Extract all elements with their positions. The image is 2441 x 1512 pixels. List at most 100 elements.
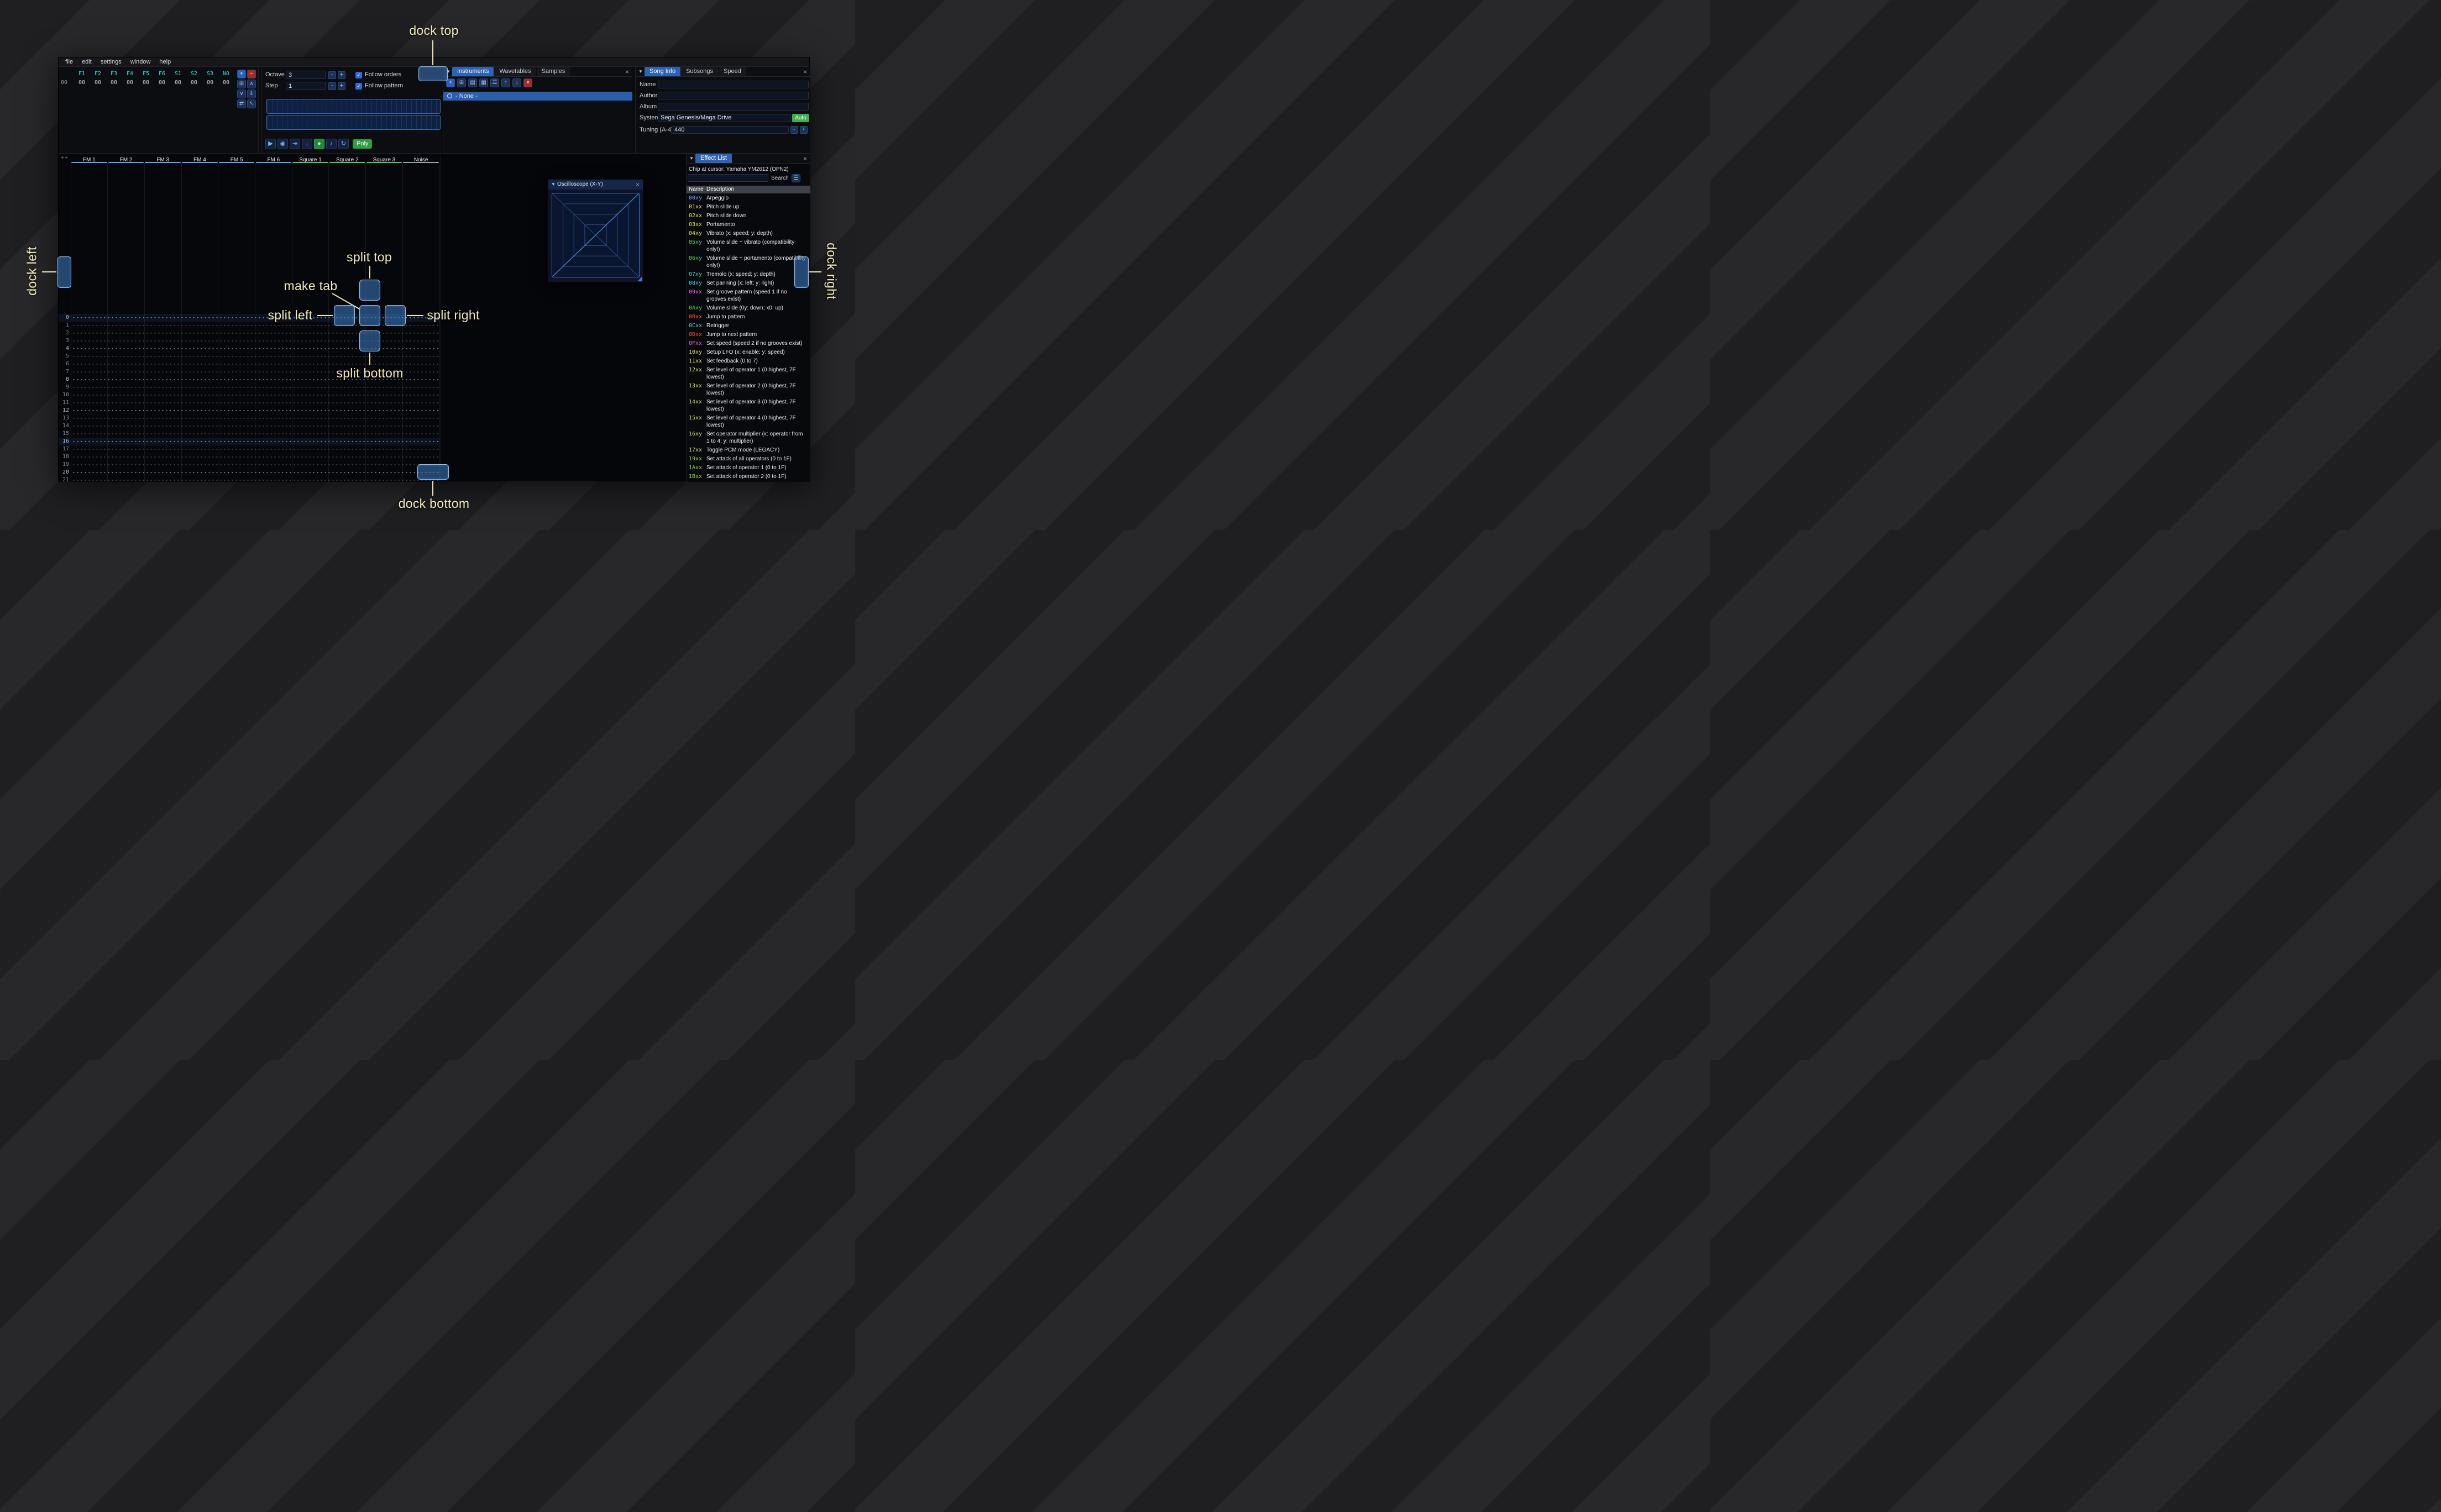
effect-row-04xy[interactable]: 04xy Vibrato (x: speed; y: depth) <box>687 229 810 238</box>
orders-duplicate-button[interactable]: ⊞ <box>237 80 246 88</box>
follow-pattern-checkbox[interactable]: ✓ <box>355 83 362 90</box>
song-author-input[interactable] <box>658 92 809 99</box>
effect-row-03xx[interactable]: 03xx Portamento <box>687 220 810 229</box>
tuning-input[interactable] <box>672 126 789 134</box>
orders-column-f3[interactable]: F3 <box>107 71 121 77</box>
menu-item-window[interactable]: window <box>126 57 155 67</box>
follow-orders-checkbox[interactable]: ✓ <box>355 72 362 78</box>
poly-button[interactable]: Poly <box>353 139 373 149</box>
instrument-move-up-button[interactable]: ↑ <box>501 78 510 87</box>
orders-move-down-button[interactable]: ∨ <box>237 90 246 98</box>
orders-cell[interactable]: 00 <box>91 80 105 86</box>
channel-header-fm-3[interactable]: FM 3 <box>144 154 181 163</box>
orders-cell[interactable]: 00 <box>203 80 217 86</box>
pattern-row-1[interactable]: 1 <box>59 322 439 329</box>
orders-change-mode-button[interactable]: ⇄ <box>237 99 246 108</box>
effect-row-13xx[interactable]: 13xx Set level of operator 2 (0 highest, … <box>687 381 810 397</box>
effect-row-1bxx[interactable]: 1Bxx Set attack of operator 2 (0 to 1F) <box>687 472 810 481</box>
split-target-top[interactable] <box>359 280 380 301</box>
menu-item-help[interactable]: help <box>155 57 175 67</box>
orders-cell[interactable]: 00 <box>139 80 153 86</box>
orders-cell[interactable]: 00 <box>123 80 137 86</box>
instrument-save-button[interactable]: ▦ <box>479 78 488 87</box>
orders-remove-button[interactable]: − <box>247 70 256 78</box>
orders-edit-cursor-button[interactable]: ↖ <box>247 99 256 108</box>
orders-cell[interactable]: 00 <box>171 80 185 86</box>
effect-row-12xx[interactable]: 12xx Set level of operator 1 (0 highest, … <box>687 365 810 381</box>
instrument-move-down-button[interactable]: ↓ <box>512 78 521 87</box>
oscilloscope-titlebar[interactable]: ▼ Oscilloscope (X-Y) × <box>548 180 643 190</box>
channel-header-square-2[interactable]: Square 2 <box>329 154 366 163</box>
dock-target-right[interactable] <box>794 256 809 288</box>
orders-add-button[interactable]: + <box>237 70 246 78</box>
effect-row-00xy[interactable]: 00xy Arpeggio <box>687 193 810 202</box>
step-decrease-button[interactable]: - <box>328 82 336 90</box>
tuning-decrease-button[interactable]: - <box>790 126 798 134</box>
close-icon[interactable]: × <box>625 68 629 76</box>
song-info-tab-subsongs[interactable]: Subsongs <box>681 67 719 76</box>
piano-upper-row[interactable] <box>266 99 441 114</box>
instrument-open-button[interactable]: ▤ <box>468 78 477 87</box>
channel-header-square-3[interactable]: Square 3 <box>366 154 403 163</box>
menu-item-file[interactable]: file <box>61 57 77 67</box>
dock-target-top[interactable] <box>418 66 448 81</box>
pattern-row-9[interactable]: 9 <box>59 384 439 391</box>
channel-header-square-1[interactable]: Square 1 <box>292 154 329 163</box>
pattern-row-16[interactable]: 16 <box>59 438 439 445</box>
orders-cell[interactable]: 00 <box>155 80 169 86</box>
play-pattern-button[interactable]: ◉ <box>277 139 288 149</box>
system-value[interactable]: Sega Genesis/Mega Drive <box>658 114 790 122</box>
resize-grip[interactable] <box>637 276 642 281</box>
dock-target-bottom[interactable] <box>417 464 449 480</box>
close-icon[interactable]: × <box>636 181 640 188</box>
split-target-left[interactable] <box>334 305 355 326</box>
effect-row-10xy[interactable]: 10xy Setup LFO (x: enable; y: speed) <box>687 348 810 356</box>
pattern-row-21[interactable]: 21 <box>59 476 439 482</box>
effect-row-08xy[interactable]: 08xy Set panning (x: left; y: right) <box>687 279 810 287</box>
pattern-row-19[interactable]: 19 <box>59 461 439 469</box>
effect-row-17xx[interactable]: 17xx Toggle PCM mode (LEGACY) <box>687 445 810 454</box>
channel-header-fm-4[interactable]: FM 4 <box>181 154 218 163</box>
step-row-button[interactable]: ⇥ <box>290 139 300 149</box>
edit-record-button[interactable]: ● <box>314 139 324 149</box>
effect-search-input[interactable] <box>688 174 768 182</box>
tab-list-dropdown-icon[interactable]: ▼ <box>638 70 643 74</box>
collapse-arrow-icon[interactable]: ▼ <box>551 182 556 187</box>
orders-column-s1[interactable]: S1 <box>171 71 185 77</box>
song-name-input[interactable] <box>658 81 809 88</box>
close-icon[interactable]: × <box>803 155 807 162</box>
effect-row-14xx[interactable]: 14xx Set level of operator 3 (0 highest, … <box>687 397 810 413</box>
split-target-bottom[interactable] <box>359 330 380 351</box>
effect-list-menu-button[interactable]: ☰ <box>792 174 800 182</box>
system-auto-button[interactable]: Auto <box>792 114 809 122</box>
pattern-row-4[interactable]: 4 <box>59 345 439 353</box>
octave-input[interactable] <box>286 71 326 79</box>
effect-row-0fxx[interactable]: 0Fxx Set speed (speed 2 if no grooves exi… <box>687 339 810 348</box>
pattern-row-14[interactable]: 14 <box>59 422 439 430</box>
pattern-row-12[interactable]: 12 <box>59 407 439 414</box>
channel-header-noise[interactable]: Noise <box>402 154 439 163</box>
orders-column-f4[interactable]: F4 <box>123 71 137 77</box>
pattern-row-5[interactable]: 5 <box>59 353 439 360</box>
effect-row-0axy[interactable]: 0Axy Volume slide (0y: down; x0: up) <box>687 303 810 312</box>
orders-column-n0[interactable]: N0 <box>219 71 233 77</box>
effect-row-09xx[interactable]: 09xx Set groove pattern (speed 1 if no gr… <box>687 287 810 303</box>
effect-row-05xy[interactable]: 05xy Volume slide + vibrato (compatibilit… <box>687 238 810 254</box>
orders-column-f2[interactable]: F2 <box>91 71 105 77</box>
dock-target-left[interactable] <box>57 256 71 288</box>
orders-column-s2[interactable]: S2 <box>187 71 201 77</box>
orders-move-up-button[interactable]: ∧ <box>247 80 256 88</box>
metronome-button[interactable]: ♪ <box>326 139 337 149</box>
menu-item-settings[interactable]: settings <box>96 57 126 67</box>
instruments-tab-wavetables[interactable]: Wavetables <box>494 67 536 76</box>
piano-lower-row[interactable] <box>266 115 441 130</box>
pattern-row-18[interactable]: 18 <box>59 453 439 461</box>
effect-row-06xy[interactable]: 06xy Volume slide + portamento (compatibi… <box>687 254 810 270</box>
orders-column-f1[interactable]: F1 <box>75 71 89 77</box>
pattern-row-2[interactable]: 2 <box>59 329 439 337</box>
tab-list-dropdown-icon[interactable]: ▼ <box>689 156 694 161</box>
piano-keyboard[interactable] <box>266 99 441 132</box>
orders-move-to-bottom-button[interactable]: ⇓ <box>247 90 256 98</box>
orders-cell[interactable]: 00 <box>187 80 201 86</box>
channel-header-fm-1[interactable]: FM 1 <box>71 154 108 163</box>
